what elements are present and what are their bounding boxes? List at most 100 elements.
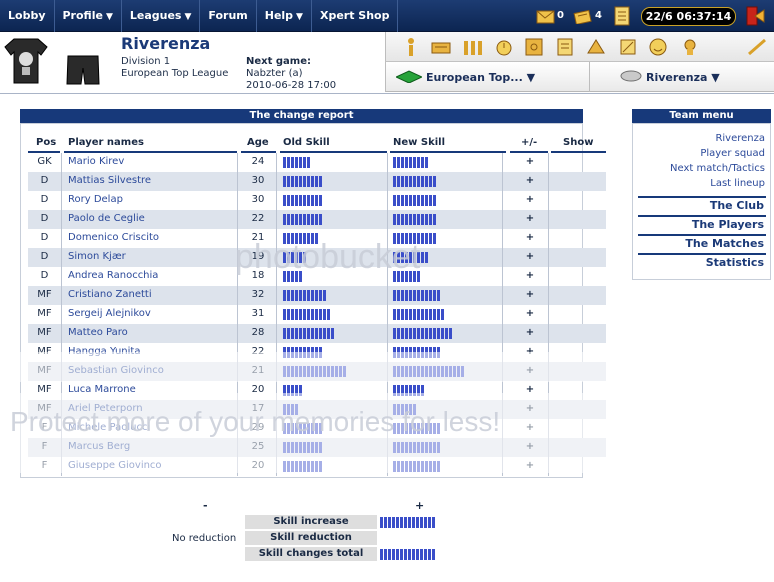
- skill-segment: [291, 176, 294, 187]
- nav-forum[interactable]: Forum: [200, 0, 257, 32]
- player-name-link[interactable]: Mario Kirev: [68, 156, 124, 167]
- menu-link-next-match[interactable]: Next match/Tactics: [670, 163, 765, 174]
- player-position: D: [40, 232, 49, 243]
- column-separator: [502, 191, 503, 210]
- menu-section-matches[interactable]: The Matches: [638, 234, 766, 250]
- skill-segment: [405, 195, 408, 206]
- column-separator: [502, 305, 503, 324]
- skill-segment: [323, 328, 326, 339]
- player-age: 32: [251, 289, 265, 300]
- skill-segment: [425, 214, 428, 225]
- skill-segment: [315, 328, 318, 339]
- column-separator: [548, 153, 549, 172]
- skill-segment: [404, 517, 407, 528]
- transfer-icon[interactable]: [618, 37, 638, 57]
- skill-segment: [303, 328, 306, 339]
- menu-link-player-squad[interactable]: Player squad: [700, 148, 765, 159]
- finance-icon[interactable]: [586, 37, 606, 57]
- nav-profile[interactable]: Profile ▼: [55, 0, 122, 32]
- report-icon[interactable]: [556, 37, 574, 57]
- skill-segment: [433, 328, 436, 339]
- skill-segment: [401, 157, 404, 168]
- tactics-icon[interactable]: [524, 37, 544, 57]
- skill-segment: [433, 233, 436, 244]
- new-skill-bar: [393, 157, 428, 168]
- skill-change-sign: +: [525, 194, 535, 205]
- skill-change-sign: +: [525, 156, 535, 167]
- messages-icon[interactable]: [573, 8, 593, 24]
- skill-segment: [429, 214, 432, 225]
- skill-segment: [315, 195, 318, 206]
- column-separator: [61, 305, 62, 324]
- col-new-skill: New Skill: [393, 137, 446, 148]
- player-name-link[interactable]: Domenico Criscito: [68, 232, 159, 243]
- contract-icon[interactable]: [430, 37, 452, 57]
- skill-segment: [295, 328, 298, 339]
- menu-link-last-lineup[interactable]: Last lineup: [710, 178, 765, 189]
- player-name-link[interactable]: Andrea Ranocchia: [68, 270, 158, 281]
- league-label: European Top League: [121, 68, 229, 79]
- nav-xpert-shop[interactable]: Xpert Shop: [312, 0, 399, 32]
- col-player-names: Player names: [68, 137, 144, 148]
- column-separator: [502, 324, 503, 343]
- column-separator: [548, 248, 549, 267]
- watermark-line: Protect more of your memories for less!: [10, 406, 501, 437]
- skill-segment: [404, 549, 407, 560]
- stopwatch-icon[interactable]: [494, 37, 514, 57]
- skill-segment: [311, 176, 314, 187]
- squad-icon[interactable]: [462, 37, 484, 57]
- messages-count: 4: [595, 10, 602, 21]
- nav-lobby[interactable]: Lobby: [0, 0, 55, 32]
- skill-segment: [299, 195, 302, 206]
- smiley-icon[interactable]: [648, 37, 668, 57]
- team-select[interactable]: Riverenza ▼: [646, 71, 720, 84]
- skill-segment: [396, 549, 399, 560]
- player-name-link[interactable]: Mattias Silvestre: [68, 175, 151, 186]
- skill-segment: [433, 195, 436, 206]
- skill-segment: [429, 195, 432, 206]
- menu-section-club[interactable]: The Club: [638, 196, 766, 212]
- skill-segment: [449, 328, 452, 339]
- menu-section-players[interactable]: The Players: [638, 215, 766, 231]
- pencil-icon[interactable]: [746, 37, 768, 57]
- player-name-link[interactable]: Simon Kjær: [68, 251, 126, 262]
- skill-segment: [409, 157, 412, 168]
- skill-segment: [400, 517, 403, 528]
- player-name-link[interactable]: Sergeij Alejnikov: [68, 308, 151, 319]
- training-icon[interactable]: [680, 37, 700, 57]
- league-select[interactable]: European Top... ▼: [426, 71, 535, 84]
- team-menu-title: Team menu: [632, 109, 771, 123]
- next-game-date: 2010-06-28 17:00: [246, 80, 337, 91]
- skill-segment: [311, 309, 314, 320]
- skill-segment: [425, 195, 428, 206]
- skill-change-sign: +: [525, 289, 535, 300]
- notepad-icon[interactable]: [614, 6, 630, 26]
- menu-link-riverenza[interactable]: Riverenza: [715, 133, 765, 144]
- nav-help[interactable]: Help ▼: [257, 0, 312, 32]
- player-name-link[interactable]: Rory Delap: [68, 194, 123, 205]
- skill-segment: [429, 309, 432, 320]
- player-name-link[interactable]: Matteo Paro: [68, 327, 128, 338]
- skill-segment: [437, 328, 440, 339]
- stadium-icon: [620, 70, 642, 82]
- next-opponent[interactable]: Nabzter (a): [246, 68, 303, 79]
- skill-segment: [392, 517, 395, 528]
- chevron-down-icon: ▼: [105, 12, 113, 22]
- logout-icon[interactable]: [743, 5, 765, 27]
- skill-segment: [283, 290, 286, 301]
- manager-icon[interactable]: [404, 37, 418, 57]
- skill-segment: [433, 176, 436, 187]
- skill-segment: [421, 328, 424, 339]
- player-name-link[interactable]: Cristiano Zanetti: [68, 289, 152, 300]
- mail-icon[interactable]: [536, 8, 555, 24]
- column-separator: [276, 153, 277, 172]
- skill-segment: [420, 517, 423, 528]
- skill-change-sign: +: [525, 232, 535, 243]
- skill-segment: [408, 517, 411, 528]
- menu-section-statistics[interactable]: Statistics: [638, 253, 766, 269]
- nav-leagues[interactable]: Leagues ▼: [122, 0, 201, 32]
- player-name-link[interactable]: Paolo de Ceglie: [68, 213, 145, 224]
- skill-segment: [380, 549, 383, 560]
- skill-segment: [397, 214, 400, 225]
- skill-segment: [433, 309, 436, 320]
